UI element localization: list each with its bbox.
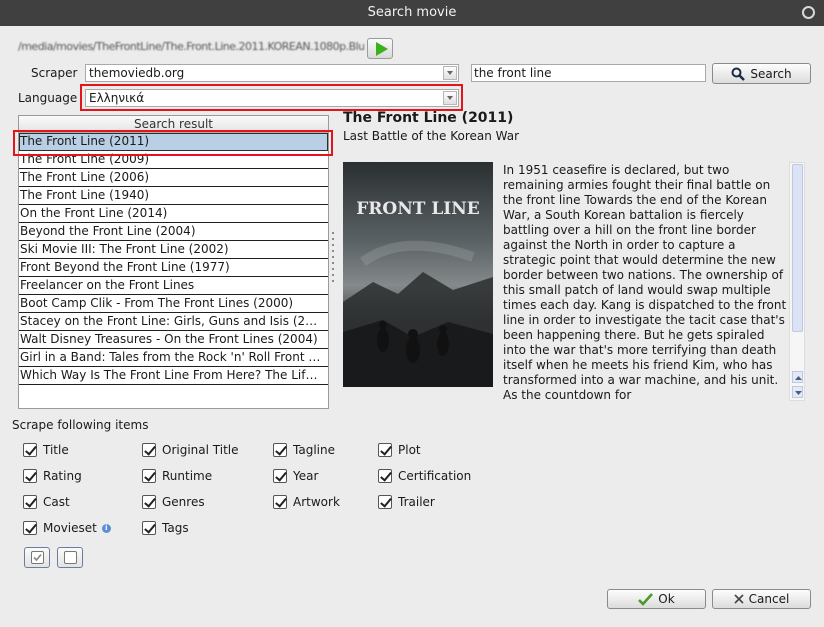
search-input[interactable]: the front line <box>471 64 706 82</box>
window-titlebar: Search movie <box>0 0 824 26</box>
search-button-label: Search <box>750 66 792 81</box>
result-row[interactable]: On the Front Line (2014) <box>19 205 328 223</box>
ok-button[interactable]: Ok <box>607 589 706 609</box>
select-none-button[interactable] <box>57 547 83 568</box>
result-row[interactable]: Freelancer on the Front Lines <box>19 277 328 295</box>
checkbox-genres[interactable]: Genres <box>142 495 205 509</box>
movie-poster: FRONT LINE <box>343 162 493 387</box>
play-icon <box>376 42 388 56</box>
checkbox-tagline[interactable]: Tagline <box>273 443 335 457</box>
language-label: Language <box>18 91 78 105</box>
checkbox-icon[interactable] <box>23 469 37 483</box>
language-highlight <box>80 84 463 111</box>
result-row[interactable]: Which Way Is The Front Line From Here? T… <box>19 367 328 385</box>
file-path: /media/movies/TheFrontLine/The.Front.Lin… <box>18 40 364 53</box>
plot-text-area[interactable]: In 1951 ceasefire is declared, but two r… <box>503 163 787 405</box>
chevron-down-icon[interactable] <box>443 66 457 80</box>
result-row[interactable]: Ski Movie III: The Front Line (2002) <box>19 241 328 259</box>
movie-plot: In 1951 ceasefire is declared, but two r… <box>503 163 787 402</box>
selected-result-highlight <box>13 130 333 156</box>
result-row[interactable]: The Front Line (2006) <box>19 169 328 187</box>
play-file-button[interactable] <box>367 38 393 59</box>
checkbox-icon[interactable] <box>378 495 392 509</box>
check-icon <box>638 592 654 606</box>
info-icon[interactable]: i <box>101 523 111 533</box>
split-pane-handle[interactable] <box>332 232 335 284</box>
plot-scrollbar[interactable] <box>789 162 805 401</box>
scrape-section-title: Scrape following items <box>12 418 149 432</box>
checkbox-icon[interactable] <box>23 495 37 509</box>
checkbox-runtime[interactable]: Runtime <box>142 469 212 483</box>
search-results-table[interactable]: Search result The Front Line (2011) The … <box>18 115 329 409</box>
checkbox-icon[interactable] <box>142 521 156 535</box>
result-row[interactable]: Girl in a Band: Tales from the Rock 'n' … <box>19 349 328 367</box>
checkbox-certification[interactable]: Certification <box>378 469 471 483</box>
ok-button-label: Ok <box>658 592 675 606</box>
window-title: Search movie <box>367 5 457 20</box>
checkbox-icon[interactable] <box>378 443 392 457</box>
checkbox-year[interactable]: Year <box>273 469 318 483</box>
checkbox-icon[interactable] <box>273 469 287 483</box>
result-row[interactable]: Front Beyond the Front Line (1977) <box>19 259 328 277</box>
checkbox-icon[interactable] <box>273 495 287 509</box>
close-window-icon[interactable] <box>802 6 815 19</box>
checkbox-icon[interactable] <box>273 443 287 457</box>
scraper-label: Scraper <box>31 66 78 80</box>
result-row[interactable]: Beyond the Front Line (2004) <box>19 223 328 241</box>
checkbox-icon[interactable] <box>142 443 156 457</box>
checkbox-plot[interactable]: Plot <box>378 443 421 457</box>
search-icon <box>731 67 746 81</box>
checkbox-icon[interactable] <box>23 443 37 457</box>
checkbox-original-title[interactable]: Original Title <box>142 443 239 457</box>
result-row[interactable]: The Front Line (1940) <box>19 187 328 205</box>
result-row[interactable]: Boot Camp Clik - From The Front Lines (2… <box>19 295 328 313</box>
select-all-button[interactable] <box>24 547 50 568</box>
cancel-button-label: Cancel <box>748 592 790 606</box>
close-icon <box>734 594 744 604</box>
scrollbar-thumb[interactable] <box>792 164 803 332</box>
checkbox-title[interactable]: Title <box>23 443 69 457</box>
poster-title: FRONT LINE <box>356 199 480 219</box>
search-button[interactable]: Search <box>712 63 811 84</box>
chevron-up-icon[interactable] <box>792 371 803 383</box>
checked-box-icon <box>31 551 44 564</box>
cancel-button[interactable]: Cancel <box>712 589 811 609</box>
checkbox-trailer[interactable]: Trailer <box>378 495 435 509</box>
movie-title: The Front Line (2011) <box>343 110 514 126</box>
checkbox-artwork[interactable]: Artwork <box>273 495 340 509</box>
checkbox-icon[interactable] <box>23 521 37 535</box>
checkbox-cast[interactable]: Cast <box>23 495 70 509</box>
checkbox-icon[interactable] <box>142 495 156 509</box>
checkbox-icon[interactable] <box>142 469 156 483</box>
checkbox-icon[interactable] <box>378 469 392 483</box>
chevron-down-icon[interactable] <box>792 386 803 398</box>
empty-box-icon <box>64 551 77 564</box>
checkbox-rating[interactable]: Rating <box>23 469 82 483</box>
result-row[interactable]: Walt Disney Treasures - On the Front Lin… <box>19 331 328 349</box>
movie-tagline: Last Battle of the Korean War <box>343 129 520 143</box>
checkbox-movieset[interactable]: Movieset i <box>23 521 111 535</box>
scraper-select[interactable]: themoviedb.org <box>85 64 459 82</box>
result-row[interactable]: Stacey on the Front Line: Girls, Guns an… <box>19 313 328 331</box>
scraper-select-value: themoviedb.org <box>89 66 185 80</box>
checkbox-tags[interactable]: Tags <box>142 521 189 535</box>
